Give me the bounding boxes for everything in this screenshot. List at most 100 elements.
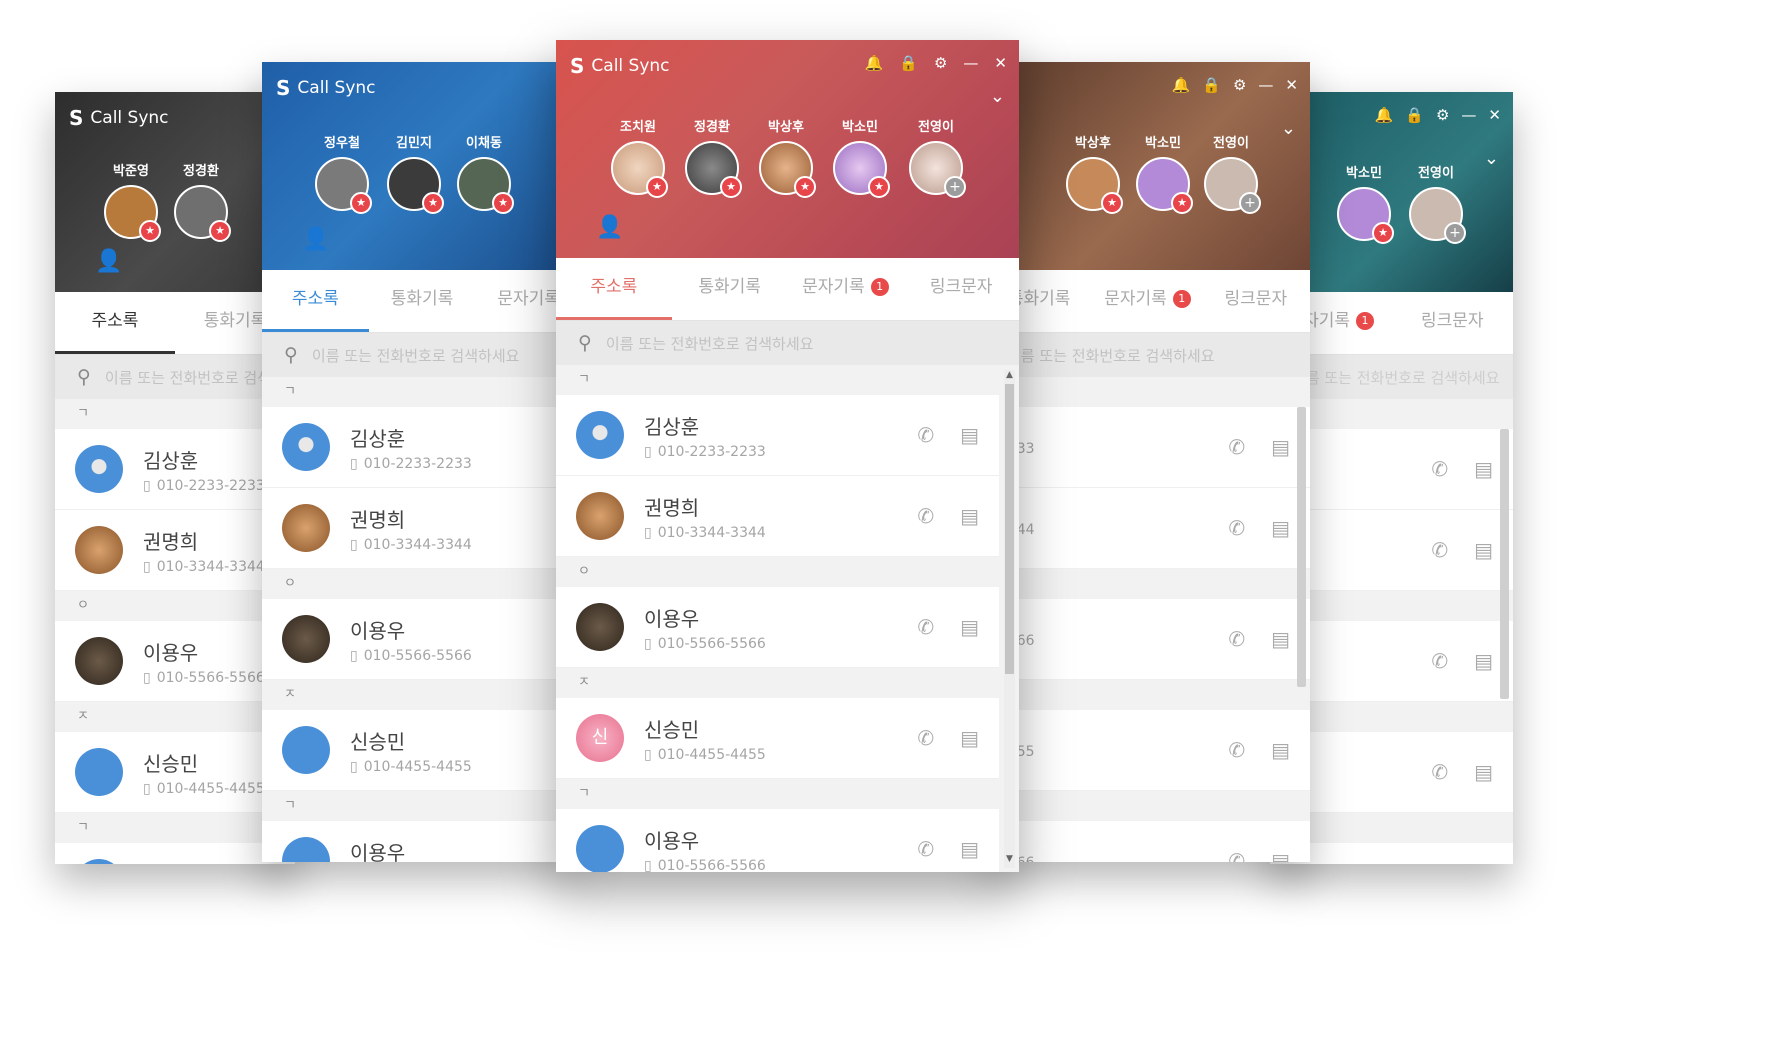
- tab-linkmsg[interactable]: 링크문자: [903, 258, 1019, 320]
- list-item[interactable]: 6-5566✆▤: [985, 599, 1310, 680]
- tab-messages[interactable]: 문자기록 1: [788, 258, 904, 320]
- minimize-icon[interactable]: —: [963, 54, 978, 72]
- list-item[interactable]: 이용우▯010-5566-5566: [55, 621, 295, 702]
- close-icon[interactable]: ✕: [994, 54, 1007, 72]
- scrollbar-track[interactable]: ▲ ▼: [1004, 370, 1015, 868]
- message-icon[interactable]: ▤: [960, 504, 979, 528]
- bell-icon[interactable]: 🔔: [1172, 76, 1191, 94]
- scrollbar-thumb[interactable]: [1005, 384, 1014, 674]
- message-icon[interactable]: ▤: [1474, 760, 1493, 784]
- favorite-contact[interactable]: 박상후 ★: [754, 116, 818, 198]
- phone-icon[interactable]: ✆: [1228, 627, 1245, 651]
- search-input[interactable]: 이름 또는 전화번호로 검색하세요: [1292, 367, 1500, 388]
- tab-linkmsg[interactable]: 링크문자: [1392, 292, 1514, 354]
- list-item[interactable]: 권명희 ▯ 010-3344-3344: [262, 488, 582, 569]
- favorite-contact[interactable]: 박소민 ★: [1332, 162, 1396, 244]
- favorite-contact[interactable]: 전영이 +: [904, 116, 968, 198]
- message-icon[interactable]: ▤: [1271, 516, 1290, 540]
- search-bar[interactable]: 이름 또는 전화번호로 검색하세요: [985, 333, 1310, 377]
- message-icon[interactable]: ▤: [960, 423, 979, 447]
- chevron-down-icon[interactable]: ⌄: [1281, 118, 1296, 139]
- bell-icon[interactable]: 🔔: [1375, 106, 1394, 124]
- close-icon[interactable]: ✕: [1285, 76, 1298, 94]
- minimize-icon[interactable]: —: [1461, 106, 1476, 124]
- phone-icon[interactable]: ✆: [1431, 649, 1448, 673]
- favorite-contact[interactable]: 정우철 ★: [310, 132, 374, 214]
- lock-icon[interactable]: 🔒: [1405, 106, 1424, 124]
- message-icon[interactable]: ▤: [1271, 849, 1290, 862]
- phone-icon[interactable]: ✆: [917, 504, 934, 528]
- list-item[interactable]: 김상훈 ▯ 010-2233-2233 ✆ ▤: [556, 395, 999, 476]
- phone-icon[interactable]: ✆: [1228, 435, 1245, 459]
- tab-contacts[interactable]: 주소록: [262, 270, 369, 332]
- lock-icon[interactable]: 🔒: [1202, 76, 1221, 94]
- minimize-icon[interactable]: —: [1258, 76, 1273, 94]
- message-icon[interactable]: ▤: [1474, 538, 1493, 562]
- scroll-up-icon[interactable]: ▲: [1004, 370, 1015, 384]
- phone-icon[interactable]: ✆: [917, 615, 934, 639]
- list-item[interactable]: 3-2233✆▤: [985, 407, 1310, 488]
- phone-icon[interactable]: ✆: [917, 726, 934, 750]
- search-input[interactable]: 이름 또는 전화번호로 검색하세요: [312, 345, 520, 366]
- phone-icon[interactable]: ✆: [1228, 738, 1245, 762]
- list-item[interactable]: 신승민 ▯ 010-4455-4455: [262, 710, 582, 791]
- message-icon[interactable]: ▤: [1271, 435, 1290, 459]
- list-item[interactable]: 권명희 ▯ 010-3344-3344: [55, 510, 295, 591]
- phone-icon[interactable]: ✆: [1228, 516, 1245, 540]
- gear-icon[interactable]: ⚙: [1233, 76, 1246, 94]
- favorite-contact[interactable]: 전영이 +: [1199, 132, 1263, 214]
- person-icon[interactable]: 👤: [596, 215, 623, 240]
- gear-icon[interactable]: ⚙: [1436, 106, 1449, 124]
- tab-calls[interactable]: 통화기록: [672, 258, 788, 320]
- list-item[interactable]: 이용우▯010-5566-5566: [262, 821, 582, 862]
- message-icon[interactable]: ▤: [1474, 649, 1493, 673]
- phone-icon[interactable]: ✆: [1431, 760, 1448, 784]
- favorite-contact[interactable]: 김민지 ★: [382, 132, 446, 214]
- phone-icon[interactable]: ✆: [1431, 457, 1448, 481]
- tab-linkmsg[interactable]: 링크문자: [1202, 270, 1310, 332]
- phone-icon[interactable]: ✆: [1228, 849, 1245, 862]
- list-item[interactable]: 권명희 ▯ 010-3344-3344 ✆ ▤: [556, 476, 999, 557]
- list-item[interactable]: 6-5566✆▤: [985, 821, 1310, 862]
- chevron-down-icon[interactable]: ⌄: [1484, 148, 1499, 169]
- favorite-contact[interactable]: 박소민 ★: [828, 116, 892, 198]
- person-icon[interactable]: 👤: [95, 249, 122, 274]
- scrollbar[interactable]: [1500, 429, 1509, 699]
- tab-messages[interactable]: 문자기록 1: [1093, 270, 1201, 332]
- message-icon[interactable]: ▤: [960, 615, 979, 639]
- favorite-contact[interactable]: 박소민 ★: [1131, 132, 1195, 214]
- favorite-contact[interactable]: 정경환 ★: [169, 160, 233, 242]
- chevron-down-icon[interactable]: ⌄: [990, 86, 1005, 107]
- bell-icon[interactable]: 🔔: [865, 54, 884, 72]
- scrollbar[interactable]: [1297, 407, 1306, 687]
- search-bar[interactable]: ⚲ 이름 또는 전화번호로 검색하세요: [556, 321, 1019, 365]
- list-item[interactable]: 김상훈 ▯ 010-2233-2233: [262, 407, 582, 488]
- gear-icon[interactable]: ⚙: [934, 54, 947, 72]
- message-icon[interactable]: ▤: [1474, 457, 1493, 481]
- favorite-contact[interactable]: 박상후 ★: [1061, 132, 1125, 214]
- lock-icon[interactable]: 🔒: [899, 54, 918, 72]
- favorite-contact[interactable]: 조치원 ★: [606, 116, 670, 198]
- list-item[interactable]: 이용우▯010-5566-5566: [262, 599, 582, 680]
- person-icon[interactable]: 👤: [302, 227, 329, 252]
- list-item[interactable]: 신승민 ▯ 010-4455-4455: [55, 732, 295, 813]
- list-item[interactable]: 신 신승민 ▯ 010-4455-4455 ✆ ▤: [556, 698, 999, 779]
- close-icon[interactable]: ✕: [1488, 106, 1501, 124]
- list-item[interactable]: 이용우 ▯ 010-5566-5566 ✆ ▤: [556, 809, 999, 872]
- tab-contacts[interactable]: 주소록: [55, 292, 175, 354]
- list-item[interactable]: 이용우▯010-5566-5566: [55, 843, 295, 864]
- phone-icon[interactable]: ✆: [917, 423, 934, 447]
- favorite-contact[interactable]: 이채동 ★: [452, 132, 516, 214]
- scroll-down-icon[interactable]: ▼: [1004, 854, 1015, 868]
- tab-calls[interactable]: 통화기록: [369, 270, 476, 332]
- list-item[interactable]: 이용우 ▯ 010-5566-5566 ✆ ▤: [556, 587, 999, 668]
- phone-icon[interactable]: ✆: [917, 837, 934, 861]
- tab-contacts[interactable]: 주소록: [556, 258, 672, 320]
- list-item[interactable]: 4-3344✆▤: [985, 488, 1310, 569]
- search-input[interactable]: 이름 또는 전화번호로 검색하세요: [606, 333, 814, 354]
- favorite-contact[interactable]: 정경환 ★: [680, 116, 744, 198]
- list-item[interactable]: 김상훈 ▯ 010-2233-2233: [55, 429, 295, 510]
- favorite-contact[interactable]: 전영이 +: [1404, 162, 1468, 244]
- search-bar[interactable]: ⚲ 이름 또는 전화번호로 검색하세요: [262, 333, 582, 377]
- favorite-contact[interactable]: 박준영 ★: [99, 160, 163, 242]
